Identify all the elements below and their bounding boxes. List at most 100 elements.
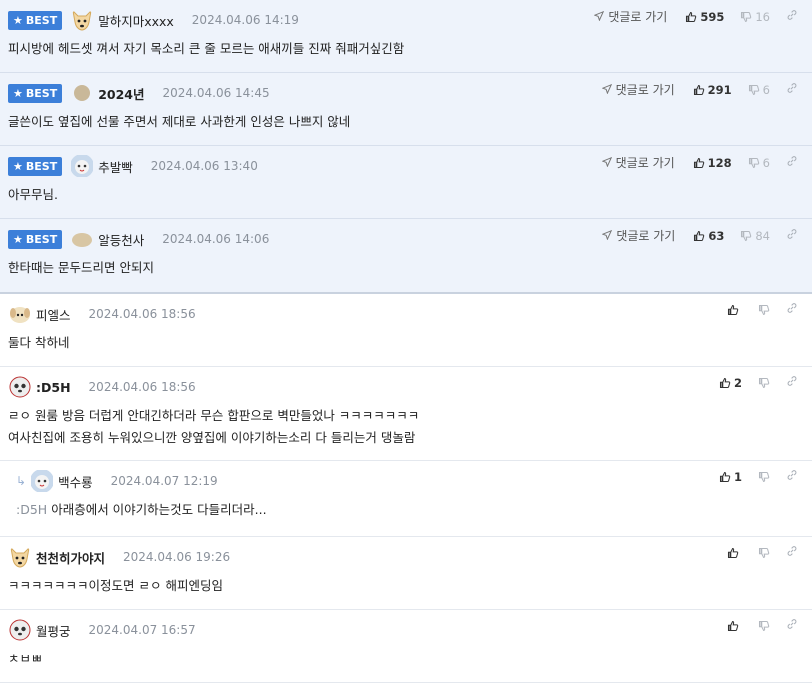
- upvote-button[interactable]: 128: [693, 156, 732, 170]
- downvote-count: 6: [762, 82, 770, 97]
- link-button[interactable]: [786, 469, 798, 484]
- downvote-button[interactable]: 84: [740, 229, 770, 243]
- downvote-button[interactable]: [758, 471, 770, 483]
- nickname[interactable]: 2024년: [98, 84, 144, 103]
- goto-comment-link[interactable]: 댓글로 가기: [601, 81, 675, 98]
- nickname[interactable]: 천천히가야지: [36, 548, 105, 567]
- comment-line: ㅋㅋㅋㅋㅋㅋㅋ이정도면 ㄹㅇ 해피엔딩임: [8, 578, 223, 593]
- downvote-button[interactable]: 6: [748, 83, 770, 97]
- thumbs-down-icon: [748, 157, 759, 168]
- thumbs-up-icon: [686, 11, 697, 22]
- dog-face-icon: [8, 545, 32, 569]
- comment-text: 둘다 착하네: [8, 332, 812, 354]
- downvote-count: 84: [755, 228, 770, 243]
- comment-line: ㅊㅂㅃ: [8, 651, 43, 666]
- thumbs-up-icon: [693, 84, 704, 95]
- best-badge: ★ BEST: [8, 10, 63, 30]
- link-button[interactable]: [786, 618, 798, 633]
- best-comment: ★ BEST 말하지마xxxx 2024.04.06 14:19 피시방에 헤드셋 껴서…: [0, 0, 812, 73]
- upvote-count: 1: [733, 469, 742, 484]
- upvote-button[interactable]: [727, 304, 742, 316]
- comment-line: ㄹㅇ 원룸 방음 더럽게 안대긴하더라 무슨 합판으로 벽만들었나 ㅋㅋㅋㅋㅋㅋ…: [8, 408, 420, 423]
- link-icon: [787, 83, 797, 93]
- mention[interactable]: :D5H: [16, 502, 47, 517]
- link-button[interactable]: [786, 9, 798, 24]
- link-button[interactable]: [786, 302, 798, 317]
- link-icon: [787, 10, 797, 20]
- reply-comment: ↳ 백수룡 2024.04.07 12:19:D5H 아래층에서 이야기하는것도 다들…: [0, 461, 812, 537]
- upvote-button[interactable]: 2: [719, 376, 742, 390]
- comment-text: 피시방에 헤드셋 껴서 자기 목소리 큰 줄 모르는 애새끼들 진짜 줘패거싶긴…: [8, 41, 405, 56]
- comment: 월평궁 2024.04.07 16:57 ㅊㅂㅃ: [0, 610, 812, 683]
- comment-date: 2024.04.06 18:56: [88, 380, 196, 394]
- nickname[interactable]: 알등천사: [98, 230, 144, 249]
- comment-date: 2024.04.06 14:06: [162, 232, 270, 246]
- downvote-button[interactable]: [758, 304, 770, 316]
- downvote-count: 6: [762, 155, 770, 170]
- upvote-button[interactable]: [727, 547, 742, 559]
- comment-text: 한타때는 문두드리면 안되지: [8, 260, 154, 275]
- goto-label: 댓글로 가기: [616, 229, 676, 243]
- best-badge: ★ BEST: [8, 156, 63, 176]
- upvote-button[interactable]: 291: [693, 83, 732, 97]
- comment-text: ㄹㅇ 원룸 방음 더럽게 안대긴하더라 무슨 합판으로 벽만들었나 ㅋㅋㅋㅋㅋㅋ…: [8, 405, 812, 449]
- animal-avatar-icon: [30, 469, 54, 493]
- comment-actions: 댓글로 가기 291 6: [601, 81, 798, 98]
- comment-actions: 2: [715, 375, 798, 390]
- link-button[interactable]: [786, 155, 798, 170]
- best-comment: ★ BEST 2024년 2024.04.06 14:45 글쓴이도 옆집에 선물 주면…: [0, 73, 812, 146]
- thumbs-up-icon: [694, 230, 705, 241]
- upvote-button[interactable]: [727, 620, 742, 632]
- thumbs-down-icon: [758, 547, 770, 558]
- comment: 피엘스 2024.04.06 18:56 둘다 착하네: [0, 294, 812, 367]
- link-button[interactable]: [786, 545, 798, 560]
- best-comment: ★ BEST 추발빡 2024.04.06 13:40 아무무님. 댓글로 가기 128 6: [0, 146, 812, 219]
- send-arrow-icon: [601, 229, 613, 243]
- nickname[interactable]: :D5H: [36, 380, 71, 395]
- thumbs-down-icon: [741, 230, 752, 241]
- upvote-button[interactable]: 595: [685, 10, 724, 24]
- thumbs-up-icon: [719, 377, 731, 388]
- best-label: BEST: [25, 86, 58, 100]
- downvote-button[interactable]: 16: [740, 10, 770, 24]
- nickname[interactable]: 말하지마xxxx: [98, 11, 174, 30]
- comment-text: ㅊㅂㅃ: [8, 648, 812, 670]
- link-button[interactable]: [786, 82, 798, 97]
- star-icon: ★: [13, 159, 23, 173]
- downvote-button[interactable]: 6: [748, 156, 770, 170]
- upvote-button[interactable]: 1: [719, 470, 742, 484]
- thumbs-up-icon: [727, 620, 739, 631]
- link-button[interactable]: [786, 375, 798, 390]
- downvote-button[interactable]: [758, 620, 770, 632]
- link-button[interactable]: [786, 228, 798, 243]
- best-comment: ★ BEST 알등천사 2024.04.06 14:06 한타때는 문두드리면 안되지 댓…: [0, 219, 812, 294]
- upvote-count: 291: [707, 82, 732, 97]
- panda-avatar-icon: [8, 375, 32, 399]
- blob-avatar-icon: [70, 227, 94, 251]
- link-icon: [787, 303, 797, 313]
- send-arrow-icon: [601, 83, 612, 95]
- animal-avatar-icon: [70, 154, 94, 178]
- upvote-count: 2: [733, 375, 742, 390]
- comment-actions: 댓글로 가기 128 6: [601, 154, 798, 171]
- comment-line: 아래층에서 이야기하는것도 다들리더라...: [51, 502, 267, 517]
- downvote-button[interactable]: [758, 377, 770, 389]
- send-arrow-icon: [601, 229, 613, 241]
- goto-comment-link[interactable]: 댓글로 가기: [601, 227, 676, 244]
- goto-comment-link[interactable]: 댓글로 가기: [593, 8, 667, 25]
- downvote-button[interactable]: [758, 547, 770, 559]
- goto-comment-link[interactable]: 댓글로 가기: [601, 154, 675, 171]
- nickname[interactable]: 백수룡: [58, 472, 93, 491]
- best-label: BEST: [25, 13, 58, 27]
- send-arrow-icon: [601, 156, 612, 168]
- nickname[interactable]: 월평궁: [36, 621, 71, 640]
- comment-line: 여사친집에 조용히 누워있으니깐 양옆집에 이야기하는소리 다 들리는거 댕놀람: [8, 430, 416, 445]
- link-icon: [787, 156, 797, 166]
- thumbs-up-icon: [727, 547, 739, 558]
- nickname[interactable]: 추발빡: [98, 157, 133, 176]
- upvote-button[interactable]: 63: [693, 229, 724, 243]
- star-icon: ★: [13, 13, 23, 27]
- puppy-avatar-icon: [8, 302, 32, 326]
- nickname[interactable]: 피엘스: [36, 305, 71, 324]
- comment-date: 2024.04.06 14:19: [191, 13, 299, 27]
